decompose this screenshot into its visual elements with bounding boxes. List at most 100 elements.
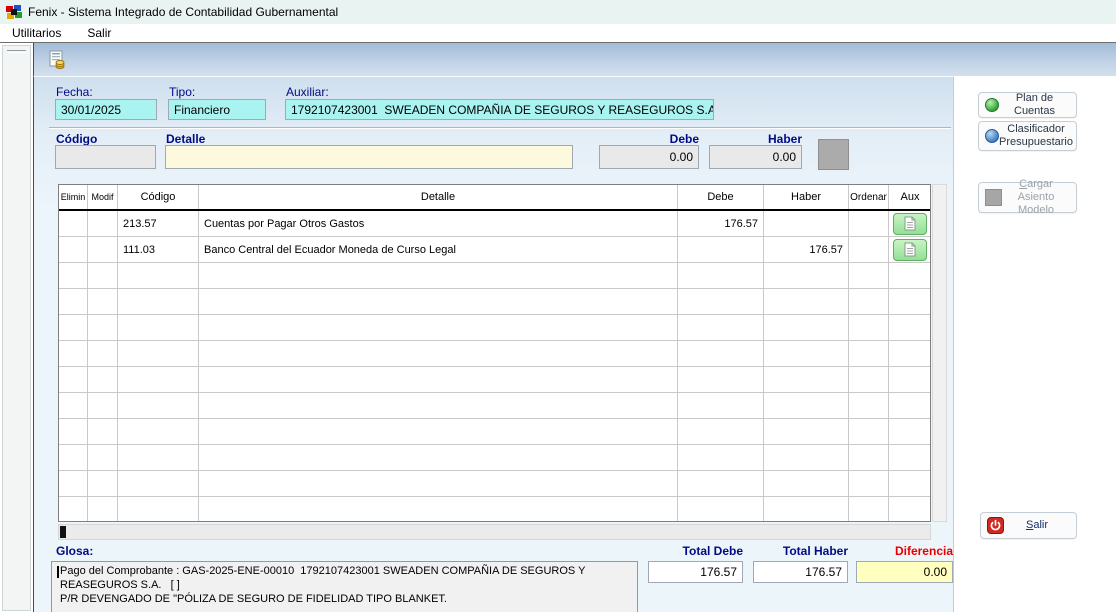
tipo-field[interactable]: Financiero [168,99,266,120]
grid-horizontal-scrollbar[interactable] [58,524,931,540]
total-haber-label: Total Haber [753,544,848,558]
grid-body: 213.57 Cuentas por Pagar Otros Gastos 17… [59,211,930,522]
section-divider [49,127,951,129]
table-row[interactable] [59,393,930,419]
salir-button-label: Salir [1004,519,1070,532]
cell-haber [764,263,849,288]
table-row[interactable] [59,367,930,393]
col-header-haber[interactable]: Haber [764,185,849,209]
aux-detail-button[interactable] [893,239,927,261]
cell-codigo [118,471,199,496]
cell-detalle: Banco Central del Ecuador Moneda de Curs… [199,237,678,262]
cell-aux [889,445,931,470]
entries-grid: Elimin Modif Código Detalle Debe Haber O… [58,184,931,522]
menu-item-utilitarios[interactable]: Utilitarios [9,25,64,41]
table-row[interactable] [59,263,930,289]
clasificador-label-line1: Clasificador [999,123,1073,136]
cell-codigo [118,263,199,288]
cell-aux [889,263,931,288]
clasificador-presupuestario-button[interactable]: Clasificador Presupuestario [978,121,1077,151]
cell-debe [678,471,764,496]
cell-aux [889,289,931,314]
cell-elimin [59,393,88,418]
grid-vertical-scrollbar[interactable] [932,184,947,522]
toolbar [33,43,1116,76]
cell-debe [678,263,764,288]
auxiliar-label: Auxiliar: [286,85,329,99]
table-row[interactable] [59,289,930,315]
cell-haber [764,289,849,314]
haber-entry-field[interactable]: 0.00 [709,145,802,169]
voucher-toolbar-button[interactable] [45,48,68,71]
clasificador-label-line2: Presupuestario [999,136,1073,149]
cell-ordenar [849,237,889,262]
plan-de-cuentas-button[interactable]: Plan de Cuentas [978,92,1077,118]
auxiliar-field[interactable]: 1792107423001 SWEADEN COMPAÑIA DE SEGURO… [285,99,714,120]
menu-bar: Utilitarios Salir [0,24,1116,43]
gray-square-icon [985,189,1002,206]
col-header-debe[interactable]: Debe [678,185,764,209]
plan-de-cuentas-label: Plan de Cuentas [999,92,1070,118]
cell-elimin [59,419,88,444]
cell-debe [678,419,764,444]
table-row[interactable] [59,315,930,341]
cell-modif [88,445,118,470]
col-header-modif[interactable]: Modif [88,185,118,209]
cell-debe [678,315,764,340]
codigo-entry-field[interactable] [55,145,156,169]
cell-detalle [199,445,678,470]
cell-debe [678,341,764,366]
cell-codigo [118,315,199,340]
cell-haber [764,341,849,366]
diferencia-field: 0.00 [856,561,953,583]
cell-modif [88,341,118,366]
cell-detalle [199,419,678,444]
cell-aux [889,237,931,262]
cell-detalle [199,497,678,522]
col-header-ordenar[interactable]: Ordenar [849,185,889,209]
salir-button[interactable]: Salir [980,512,1077,539]
cell-detalle [199,315,678,340]
power-icon [987,517,1004,534]
add-entry-button[interactable] [818,139,849,170]
title-bar: Fenix - Sistema Integrado de Contabilida… [0,0,1116,24]
total-debe-label: Total Debe [648,544,743,558]
cell-modif [88,471,118,496]
scrollbar-thumb[interactable] [60,526,66,538]
cell-elimin [59,497,88,522]
cell-detalle [199,289,678,314]
menu-item-salir[interactable]: Salir [84,25,114,41]
cell-codigo [118,367,199,392]
debe-entry-label: Debe [599,132,699,146]
glosa-textarea[interactable]: Pago del Comprobante : GAS-2025-ENE-0001… [51,561,638,612]
table-row[interactable] [59,471,930,497]
total-haber-field: 176.57 [753,561,848,583]
cargar-label-line1: Cargar Asiento [1002,178,1070,204]
col-header-codigo[interactable]: Código [118,185,199,209]
table-row[interactable] [59,341,930,367]
detalle-entry-field[interactable] [165,145,573,169]
cell-aux [889,393,931,418]
table-row[interactable] [59,445,930,471]
left-panel-splitter[interactable] [2,45,31,611]
cell-modif [88,497,118,522]
col-header-aux[interactable]: Aux [889,185,931,209]
cargar-asiento-modelo-button[interactable]: Cargar Asiento Modelo [978,182,1077,213]
table-row[interactable] [59,497,930,522]
cell-detalle [199,367,678,392]
detalle-entry-label: Detalle [166,132,205,146]
aux-detail-button[interactable] [893,213,927,235]
cell-debe [678,497,764,522]
green-sphere-icon [985,98,999,112]
cell-ordenar [849,471,889,496]
cell-elimin [59,237,88,262]
debe-entry-field[interactable]: 0.00 [599,145,699,169]
haber-entry-label: Haber [709,132,802,146]
col-header-elimin[interactable]: Elimin [59,185,88,209]
table-row[interactable]: 213.57 Cuentas por Pagar Otros Gastos 17… [59,211,930,237]
table-row[interactable]: 111.03 Banco Central del Ecuador Moneda … [59,237,930,263]
cell-debe [678,289,764,314]
fecha-field[interactable]: 30/01/2025 [55,99,157,120]
table-row[interactable] [59,419,930,445]
col-header-detalle[interactable]: Detalle [199,185,678,209]
